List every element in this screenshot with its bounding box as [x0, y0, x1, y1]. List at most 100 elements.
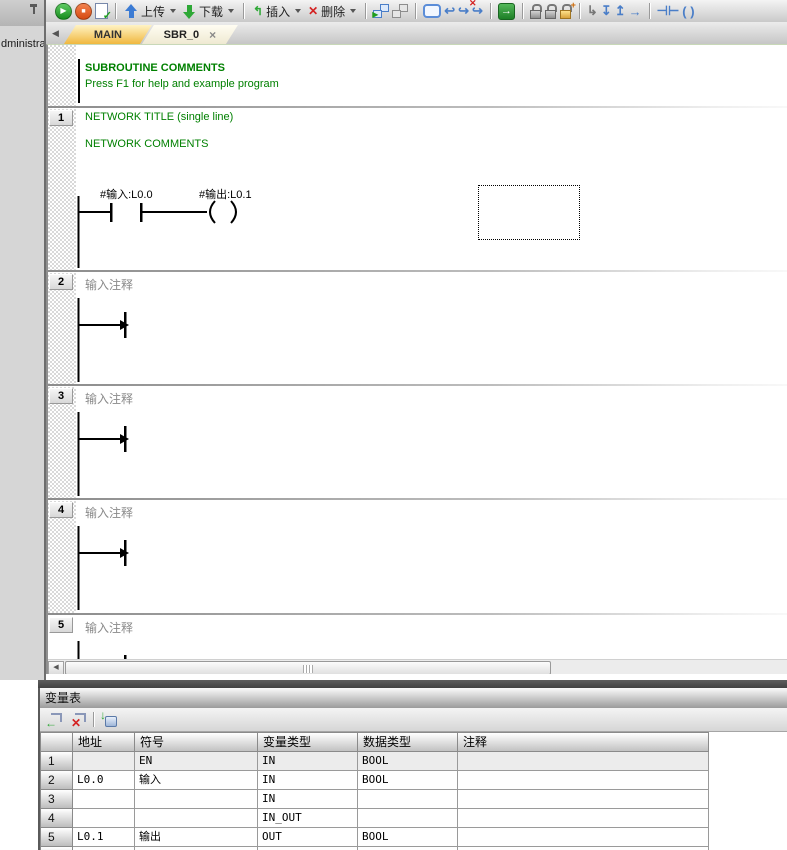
dropdown-caret-icon[interactable]: [228, 9, 234, 13]
cell-address[interactable]: [73, 790, 135, 809]
left-dock-panel[interactable]: dministra: [0, 0, 46, 680]
ladder-editor[interactable]: SUBROUTINE COMMENTS Press F1 for help an…: [46, 44, 787, 674]
cell-address[interactable]: [73, 809, 135, 828]
scroll-left-button[interactable]: ◀: [48, 661, 64, 674]
cell-datatype[interactable]: [358, 790, 458, 809]
cell-datatype[interactable]: BOOL: [358, 752, 458, 771]
coil-tool-icon[interactable]: ( ): [682, 4, 694, 19]
tab-scroll-left-button[interactable]: ◀: [52, 28, 59, 39]
network-comments[interactable]: NETWORK COMMENTS: [85, 138, 208, 150]
cell-symbol[interactable]: EN: [135, 752, 258, 771]
network-3[interactable]: 3 输入注释: [48, 386, 787, 498]
cell-address[interactable]: L0.1: [73, 828, 135, 847]
panel-splitter[interactable]: [38, 680, 787, 688]
ladder-rung-empty[interactable]: [70, 522, 140, 612]
scrollbar-thumb[interactable]: [65, 661, 551, 674]
undo-icon[interactable]: ↩: [444, 3, 455, 19]
cell-comment[interactable]: [458, 752, 709, 771]
toolbar-separator: [415, 3, 416, 19]
network-comment-placeholder[interactable]: 输入注释: [85, 276, 133, 293]
selection-cursor-box[interactable]: [478, 185, 580, 240]
scrollbar-grip-icon: [303, 665, 313, 673]
dropdown-caret-icon[interactable]: [350, 9, 356, 13]
close-pou-icon[interactable]: ↪✕: [472, 3, 483, 19]
row-number[interactable]: 4: [41, 809, 73, 828]
network-4[interactable]: 4 输入注释: [48, 500, 787, 613]
network-5[interactable]: 5 输入注释: [48, 615, 787, 659]
add-password-lock-icon[interactable]: +: [560, 4, 572, 19]
dropdown-caret-icon[interactable]: [295, 9, 301, 13]
ladder-rung-empty[interactable]: [70, 637, 140, 659]
cell-vartype[interactable]: IN: [258, 790, 358, 809]
cell-datatype[interactable]: BOOL: [358, 828, 458, 847]
cell-comment[interactable]: [458, 790, 709, 809]
network-comment-placeholder[interactable]: 输入注释: [85, 390, 133, 407]
subroutine-comments-title[interactable]: SUBROUTINE COMMENTS: [85, 62, 225, 74]
cell-symbol[interactable]: [135, 809, 258, 828]
delete-button[interactable]: ✕ 删除: [306, 2, 358, 21]
insert-label: 插入: [266, 3, 290, 20]
download-label: 下载: [199, 3, 223, 20]
check-icon: ✓: [103, 9, 112, 22]
row-number[interactable]: 2: [41, 771, 73, 790]
cell-comment[interactable]: [458, 828, 709, 847]
run-button[interactable]: ▶: [55, 3, 72, 20]
subroutine-comments-hint[interactable]: Press F1 for help and example program: [85, 78, 279, 90]
redo-icon[interactable]: ↪: [458, 3, 469, 19]
network-title[interactable]: NETWORK TITLE (single line): [85, 111, 233, 123]
dropdown-caret-icon[interactable]: [170, 9, 176, 13]
cell-datatype[interactable]: BOOL: [358, 771, 458, 790]
cell-vartype[interactable]: IN: [258, 771, 358, 790]
branch-up-icon[interactable]: ↥: [615, 3, 626, 19]
dock-label[interactable]: dministra: [1, 38, 44, 50]
tab-sbr0[interactable]: SBR_0 ×: [142, 25, 238, 44]
contact-tool-icon[interactable]: ⊣⊢: [657, 3, 680, 19]
pou-structure-gray-icon[interactable]: [392, 4, 408, 18]
network-1[interactable]: 1 NETWORK TITLE (single line) NETWORK CO…: [48, 108, 787, 270]
cell-symbol[interactable]: 输出: [135, 828, 258, 847]
toolbar-separator: [93, 712, 94, 727]
cell-address[interactable]: L0.0: [73, 771, 135, 790]
wire-corner-icon[interactable]: ↳: [587, 3, 598, 19]
goto-icon[interactable]: →: [498, 3, 515, 20]
variable-table-title: 变量表: [40, 688, 787, 708]
cell-address[interactable]: [73, 752, 135, 771]
compile-button[interactable]: ✓: [95, 3, 108, 19]
apply-button[interactable]: ↓: [100, 711, 118, 728]
ladder-rung-empty[interactable]: [70, 294, 140, 384]
ladder-rung[interactable]: [70, 194, 250, 270]
row-number[interactable]: 5: [41, 828, 73, 847]
editor-hscrollbar[interactable]: ◀: [48, 659, 787, 674]
cell-vartype[interactable]: IN: [258, 752, 358, 771]
row-number[interactable]: 3: [41, 790, 73, 809]
pin-icon[interactable]: [29, 4, 38, 14]
network-2[interactable]: 2 输入注释: [48, 272, 787, 384]
cell-vartype[interactable]: OUT: [258, 828, 358, 847]
wire-right-icon[interactable]: →: [629, 4, 642, 19]
branch-down-icon[interactable]: ↧: [601, 3, 612, 19]
lock-icon[interactable]: [530, 4, 542, 19]
cell-comment[interactable]: [458, 771, 709, 790]
row-number[interactable]: 1: [41, 752, 73, 771]
cell-comment[interactable]: [458, 809, 709, 828]
cell-symbol[interactable]: 输入: [135, 771, 258, 790]
insert-button[interactable]: ↰ 插入: [251, 2, 303, 21]
unlock-icon[interactable]: [545, 4, 557, 19]
cell-vartype[interactable]: IN_OUT: [258, 809, 358, 828]
download-button[interactable]: 下载: [181, 2, 236, 21]
red-x-icon: ✕: [469, 0, 477, 9]
tab-main[interactable]: MAIN: [64, 25, 152, 44]
upload-button[interactable]: 上传: [123, 2, 178, 21]
network-comment-placeholder[interactable]: 输入注释: [85, 619, 133, 636]
cell-datatype[interactable]: [358, 809, 458, 828]
ladder-rung-empty[interactable]: [70, 408, 140, 498]
insert-row-button[interactable]: ←: [45, 711, 63, 728]
upload-label: 上传: [141, 3, 165, 20]
box-tool-icon[interactable]: [423, 4, 441, 18]
tab-close-icon[interactable]: ×: [209, 28, 216, 42]
network-comment-placeholder[interactable]: 输入注释: [85, 504, 133, 521]
stop-button[interactable]: ■: [75, 3, 92, 20]
delete-row-button[interactable]: ✕: [69, 711, 87, 728]
cell-symbol[interactable]: [135, 790, 258, 809]
pou-structure-icon[interactable]: ▶: [373, 4, 389, 18]
